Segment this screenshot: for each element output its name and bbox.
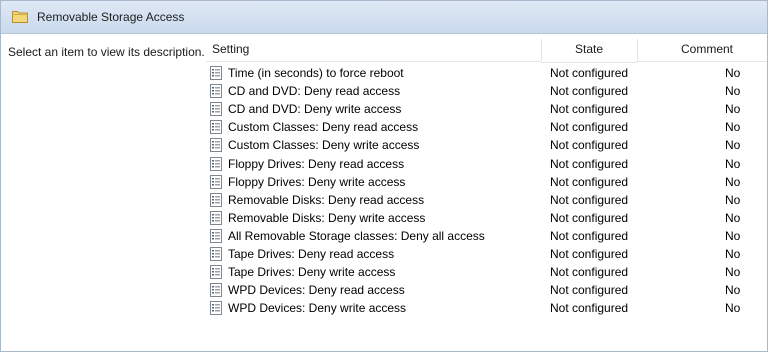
setting-state: Not configured [550,102,629,117]
column-header-comment-label: Comment [680,42,733,56]
policy-setting-icon [210,66,222,80]
policy-setting-icon [210,283,222,298]
setting-comment: No [725,192,741,207]
table-row[interactable]: Custom Classes: Deny read access Not conf… [206,118,767,136]
policy-setting-icon [210,102,222,117]
setting-name: WPD Devices: Deny read access [228,283,405,298]
policy-setting-icon [210,265,222,280]
setting-name: CD and DVD: Deny read access [228,84,401,99]
column-header-comment[interactable]: Comment [637,37,767,62]
column-header-setting-label: Setting [212,42,250,56]
table-row[interactable]: Removable Disks: Deny read access Not con… [206,191,767,209]
table-row[interactable]: Floppy Drives: Deny write access Not conf… [206,173,767,191]
setting-name: Custom Classes: Deny write access [228,138,420,153]
setting-name: Time (in seconds) to force reboot [228,66,404,80]
table-row[interactable]: CD and DVD: Deny write access Not configu… [206,100,767,118]
table-row[interactable]: Removable Disks: Deny write access Not co… [206,209,767,227]
setting-name: All Removable Storage classes: Deny all … [228,228,485,243]
setting-name: Custom Classes: Deny read access [228,120,419,135]
policy-setting-icon [210,120,222,135]
policy-setting-icon [210,84,222,99]
setting-comment: No [725,120,741,135]
policy-setting-icon [210,247,222,261]
column-separator[interactable] [637,39,638,61]
table-row[interactable]: CD and DVD: Deny read access Not configur… [206,82,767,100]
setting-name: Tape Drives: Deny read access [228,247,395,261]
setting-state: Not configured [550,138,629,153]
setting-comment: No [725,138,741,153]
setting-comment: No [725,210,741,225]
table-row[interactable]: WPD Devices: Deny read access Not configu… [206,281,767,299]
policy-editor-panel: Removable Storage Access Select an item … [0,0,768,352]
setting-state: Not configured [550,247,629,261]
setting-comment: No [725,247,741,261]
table-row[interactable]: Tape Drives: Deny read access Not configu… [206,245,767,263]
setting-name: Floppy Drives: Deny read access [228,156,405,171]
column-header-state-label: State [574,42,604,56]
policy-setting-icon [210,228,222,243]
policy-setting-icon [210,138,222,153]
table-row[interactable]: Tape Drives: Deny write access Not config… [206,263,767,281]
table-row[interactable]: Time (in seconds) to force reboot Not con… [206,64,767,82]
column-header-state[interactable]: State [541,37,637,63]
setting-state: Not configured [550,210,629,225]
setting-state: Not configured [550,192,629,207]
setting-name: WPD Devices: Deny write access [228,301,407,316]
setting-state: Not configured [550,66,629,80]
table-row[interactable]: Floppy Drives: Deny read access Not confi… [206,155,767,173]
setting-comment: No [725,102,741,117]
setting-state: Not configured [550,228,629,243]
description-text: Select an item to view its description. [8,45,205,59]
policy-setting-icon [210,156,222,171]
setting-name: Tape Drives: Deny write access [228,265,396,280]
panel-header: Removable Storage Access [1,1,767,34]
panel-title: Removable Storage Access [37,10,185,24]
setting-comment: No [725,84,741,99]
folder-icon [12,11,28,23]
policy-setting-icon [210,210,222,225]
setting-state: Not configured [550,156,629,171]
policy-setting-icon [210,301,222,316]
setting-state: Not configured [550,301,629,316]
column-header-setting[interactable]: Setting [206,37,541,62]
setting-comment: No [725,174,741,189]
setting-state: Not configured [550,283,629,298]
setting-state: Not configured [550,84,629,99]
setting-comment: No [725,301,741,316]
setting-comment: No [725,156,741,171]
table-row[interactable]: WPD Devices: Deny write access Not config… [206,299,767,317]
setting-state: Not configured [550,174,629,189]
setting-comment: No [725,283,741,298]
setting-name: Removable Disks: Deny write access [228,210,426,225]
setting-comment: No [725,228,741,243]
setting-state: Not configured [550,120,629,135]
setting-name: Removable Disks: Deny read access [228,192,425,207]
table-row[interactable]: All Removable Storage classes: Deny all … [206,227,767,245]
policy-setting-icon [210,192,222,207]
table-row[interactable]: Custom Classes: Deny write access Not con… [206,136,767,154]
setting-comment: No [725,66,741,80]
setting-comment: No [725,265,741,280]
setting-state: Not configured [550,265,629,280]
setting-name: Floppy Drives: Deny write access [228,174,406,189]
policy-setting-icon [210,174,222,189]
setting-name: CD and DVD: Deny write access [228,102,402,117]
column-separator[interactable] [541,39,542,61]
